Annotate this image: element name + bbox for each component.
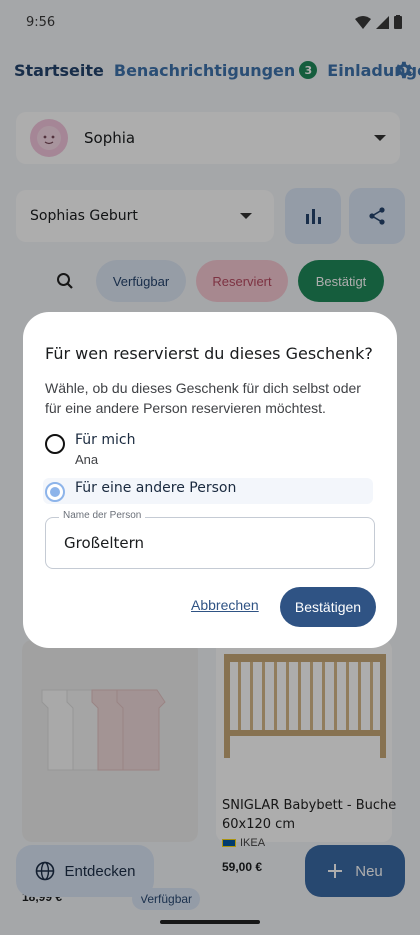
person-name-field[interactable]: Großeltern [45, 517, 375, 569]
option-other-person-label: Für eine andere Person [75, 480, 237, 496]
option-for-me-sub: Ana [75, 452, 99, 467]
option-for-me-label: Für mich [75, 432, 136, 448]
radio-for-me[interactable] [45, 434, 65, 454]
dialog-body: Wähle, ob du dieses Geschenk für dich se… [45, 380, 361, 416]
option-for-me[interactable]: Für mich Ana [45, 432, 135, 467]
option-other-person[interactable]: Für eine andere Person [45, 480, 236, 502]
reserve-dialog: Für wen reservierst du dieses Geschenk? … [23, 312, 397, 648]
dialog-title: Für wen reservierst du dieses Geschenk? [45, 344, 373, 363]
cancel-button[interactable]: Abbrechen [191, 597, 259, 613]
person-name-label: Name der Person [59, 510, 146, 521]
radio-other-person[interactable] [45, 482, 65, 502]
confirm-button[interactable]: Bestätigen [280, 587, 376, 627]
